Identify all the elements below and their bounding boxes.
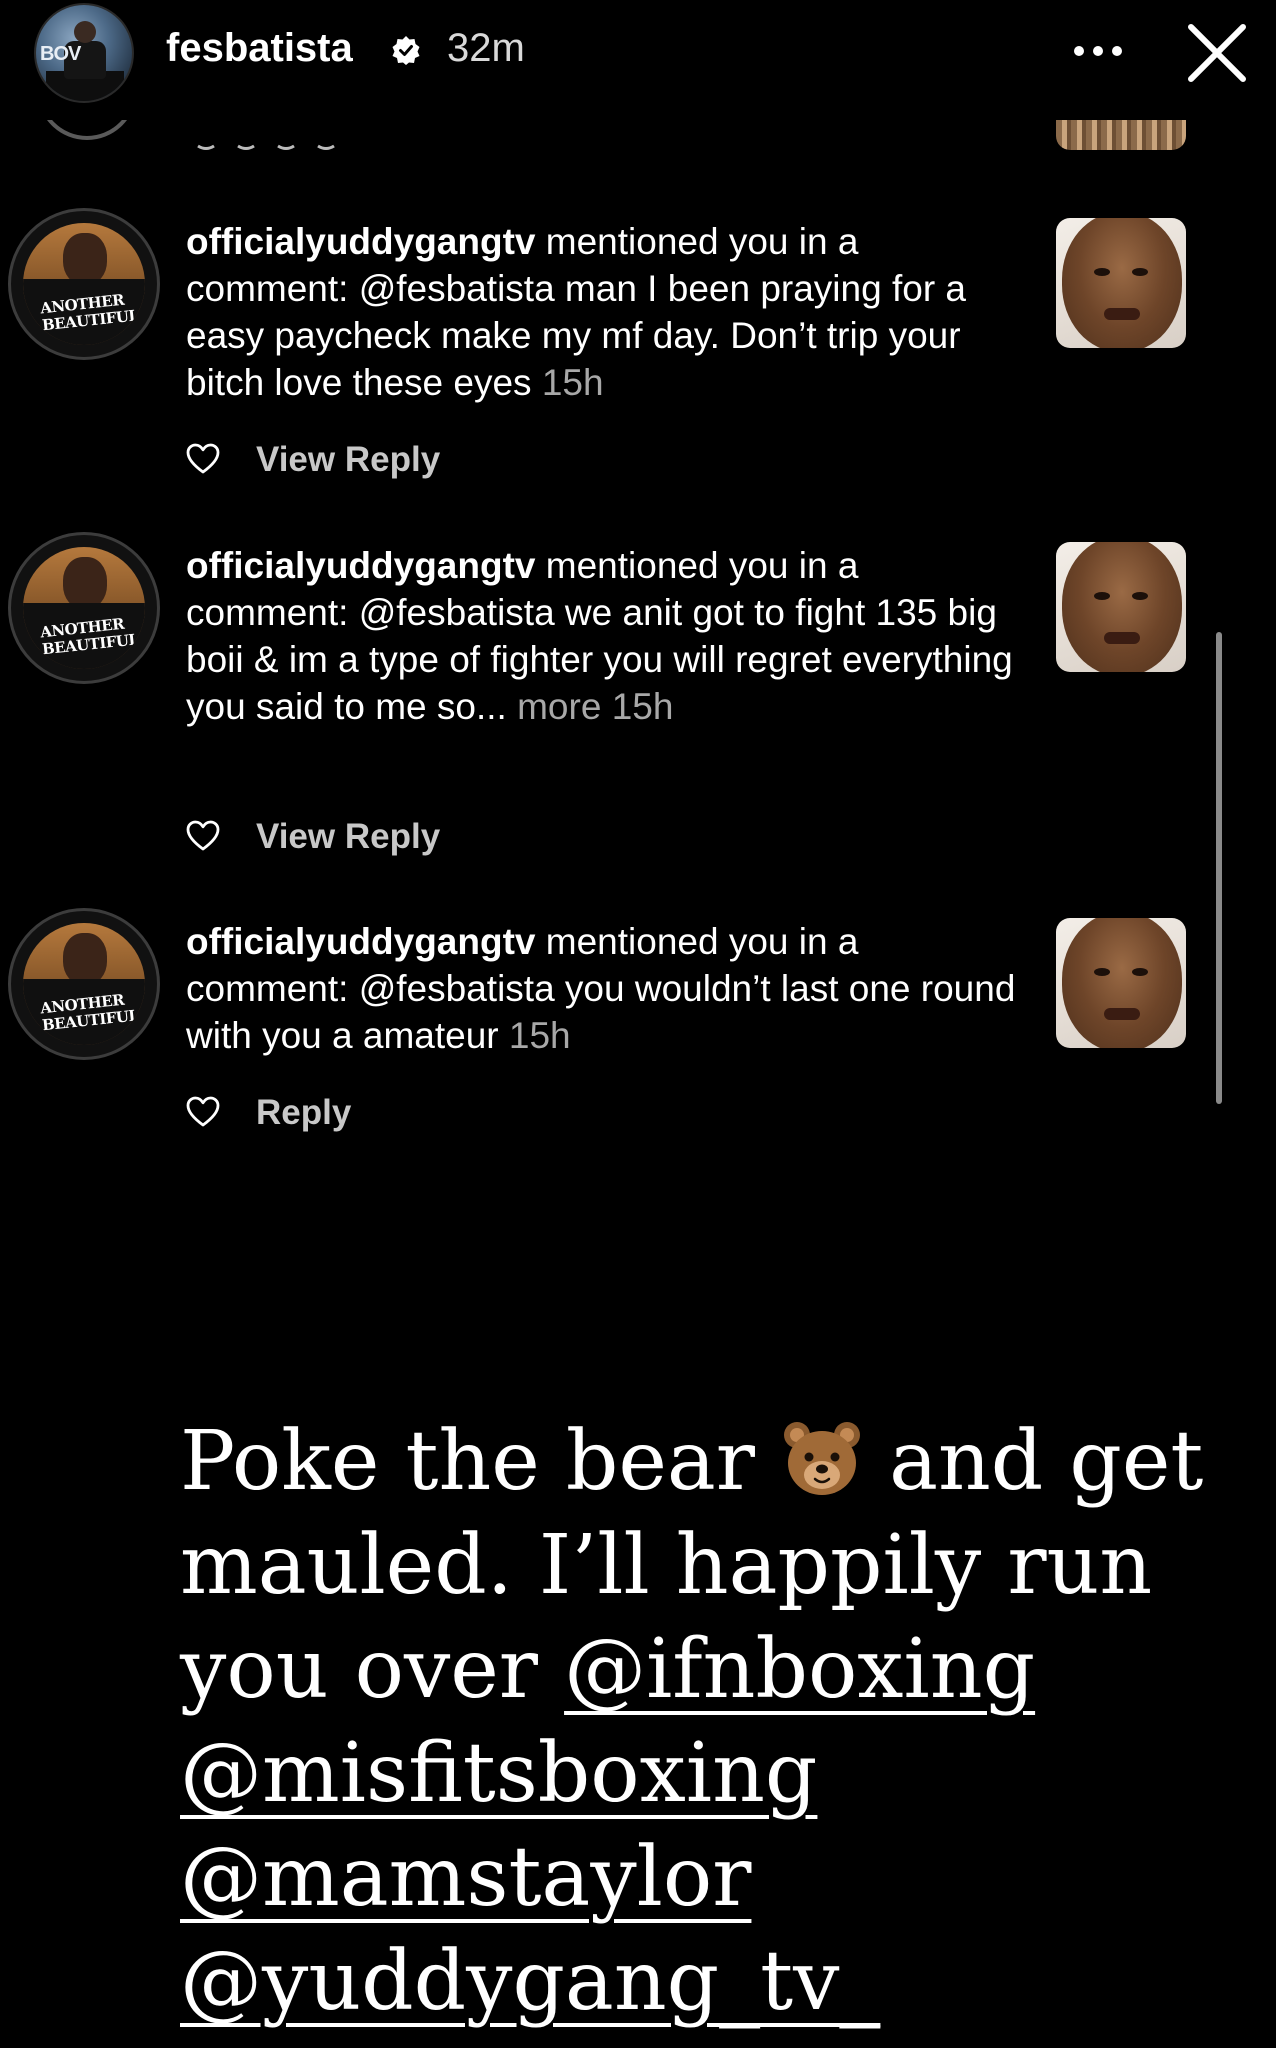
heart-icon[interactable] — [186, 819, 220, 853]
notification-time: 15h — [541, 362, 604, 403]
close-icon[interactable] — [1186, 22, 1248, 84]
heart-icon[interactable] — [186, 442, 220, 476]
previous-avatar-fragment — [37, 120, 137, 170]
previous-thumbnail-fragment — [1056, 120, 1186, 170]
notification-time: 15h — [508, 1015, 571, 1056]
commenter-avatar[interactable]: ANOTHER BEAUTIFUL — [8, 208, 160, 360]
notification-text: officialyuddygangtv mentioned you in a c… — [186, 918, 1026, 1059]
view-reply-link[interactable]: View Reply — [256, 817, 440, 857]
story-header: BOV fesbatista 32m — [0, 0, 1276, 120]
mention-ifnboxing[interactable]: @ifnboxing — [564, 1622, 1035, 1717]
more-dots-icon[interactable] — [1072, 44, 1124, 58]
reply-link[interactable]: Reply — [256, 1093, 351, 1133]
notification-text: officialyuddygangtv mentioned you in a c… — [186, 218, 1026, 406]
view-reply-link[interactable]: View Reply — [256, 440, 440, 480]
caption-text-start: Poke the bear — [180, 1414, 782, 1509]
notification-time: 15h — [611, 686, 674, 727]
mention-misfitsboxing[interactable]: @misfitsboxing — [180, 1726, 817, 1821]
commenter-username[interactable]: officialyuddygangtv — [186, 221, 535, 262]
mention-yuddygang-tv[interactable]: @yuddygang_tv_ — [180, 1934, 880, 2029]
post-thumbnail[interactable] — [1056, 918, 1186, 1048]
story-timestamp: 32m — [447, 26, 525, 70]
previous-text-fragment — [197, 144, 335, 150]
scrollbar[interactable] — [1216, 632, 1222, 1104]
commenter-username[interactable]: officialyuddygangtv — [186, 545, 535, 586]
story-caption: Poke the bear and get mauled. I’ll happi… — [180, 1410, 1240, 2034]
post-thumbnail[interactable] — [1056, 218, 1186, 348]
verified-badge-icon — [392, 36, 420, 65]
commenter-username[interactable]: officialyuddygangtv — [186, 921, 535, 962]
commenter-avatar[interactable]: ANOTHER BEAUTIFUL — [8, 532, 160, 684]
more-link[interactable]: more — [517, 686, 601, 727]
heart-icon[interactable] — [186, 1095, 220, 1129]
avatar-logo-text: BOV — [40, 43, 81, 65]
story-username[interactable]: fesbatista — [166, 26, 353, 71]
commenter-avatar[interactable]: ANOTHER BEAUTIFUL — [8, 908, 160, 1060]
bear-face-icon — [784, 1422, 861, 1495]
notification-text: officialyuddygangtv mentioned you in a c… — [186, 542, 1026, 730]
post-thumbnail[interactable] — [1056, 542, 1186, 672]
profile-avatar[interactable]: BOV — [34, 3, 134, 103]
mention-mamstaylor[interactable]: @mamstaylor — [180, 1830, 751, 1925]
